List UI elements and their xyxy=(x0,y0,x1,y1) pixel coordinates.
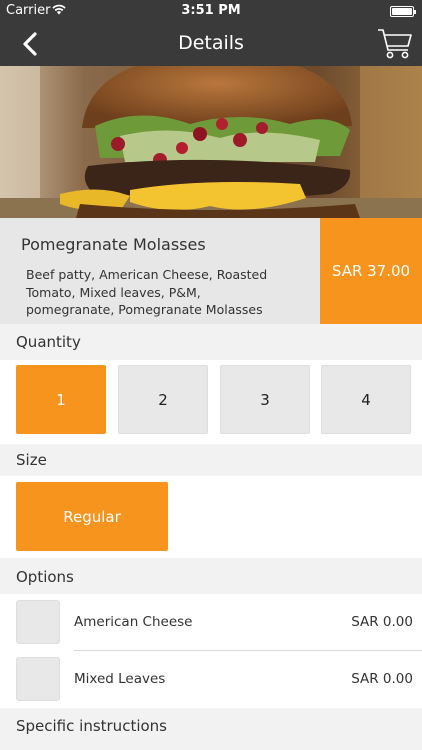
option-label: American Cheese xyxy=(74,614,193,630)
quantity-selector: 1 2 3 4 xyxy=(0,360,422,444)
instructions-label: Specific instructions xyxy=(16,717,167,735)
options-list: American Cheese SAR 0.00 Mixed Leaves SA… xyxy=(0,594,422,708)
size-label: Size xyxy=(16,451,47,469)
quantity-option-2[interactable]: 2 xyxy=(118,365,208,434)
quantity-option-4[interactable]: 4 xyxy=(321,365,411,434)
options-header: Options xyxy=(0,558,422,594)
product-price: SAR 37.00 xyxy=(320,218,422,324)
status-time: 3:51 PM xyxy=(181,3,241,18)
quantity-header: Quantity xyxy=(0,324,422,360)
option-label: Mixed Leaves xyxy=(74,671,166,687)
size-header: Size xyxy=(0,444,422,476)
product-image xyxy=(0,66,422,218)
battery-icon xyxy=(390,6,416,17)
quantity-option-1[interactable]: 1 xyxy=(16,365,106,434)
option-checkbox[interactable] xyxy=(16,657,60,701)
option-mixed-leaves[interactable]: Mixed Leaves SAR 0.00 xyxy=(0,651,422,708)
page-title: Details xyxy=(178,32,244,54)
size-selector: Regular xyxy=(0,476,422,558)
quantity-label: Quantity xyxy=(16,333,81,351)
option-checkbox[interactable] xyxy=(16,600,60,644)
product-name: Pomegranate Molasses xyxy=(21,235,206,254)
nav-bar: Details xyxy=(0,22,422,66)
shopping-cart-icon[interactable] xyxy=(376,24,414,62)
option-american-cheese[interactable]: American Cheese SAR 0.00 xyxy=(0,594,422,651)
product-info: Pomegranate Molasses Beef patty, America… xyxy=(0,218,422,324)
size-option-regular[interactable]: Regular xyxy=(16,482,168,551)
options-label: Options xyxy=(16,568,74,586)
instructions-header: Specific instructions xyxy=(0,708,422,750)
status-bar: Carrier 3:51 PM xyxy=(0,0,422,22)
option-price: SAR 0.00 xyxy=(351,671,413,687)
quantity-option-3[interactable]: 3 xyxy=(220,365,310,434)
option-price: SAR 0.00 xyxy=(351,614,413,630)
product-description: Beef patty, American Cheese, Roasted Tom… xyxy=(26,267,268,317)
